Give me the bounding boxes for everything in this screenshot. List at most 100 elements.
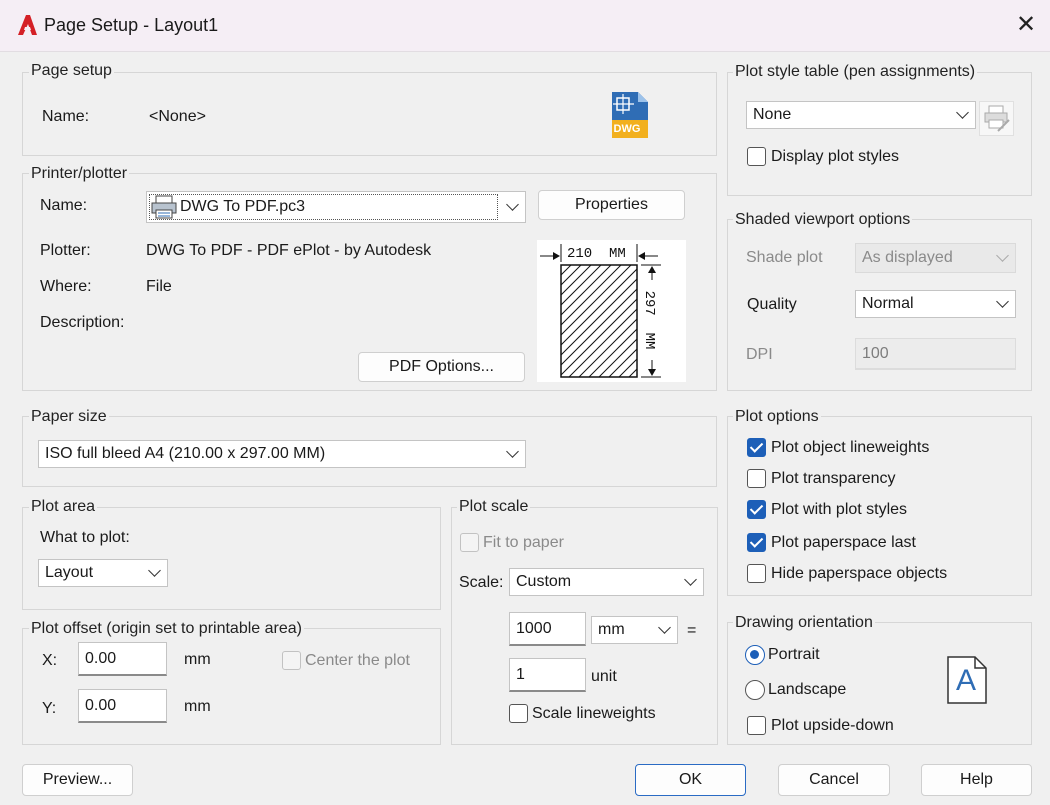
autocad-logo-icon (18, 15, 37, 35)
offset-y-unit: mm (184, 698, 211, 715)
plotter-value: DWG To PDF - PDF ePlot - by Autodesk (146, 242, 432, 259)
plot-style-table-legend: Plot style table (pen assignments) (733, 63, 978, 81)
plot-area-legend: Plot area (29, 498, 98, 516)
scale-lineweights-checkbox[interactable] (509, 704, 528, 723)
chevron-down-icon (506, 445, 519, 458)
scale-value2-input[interactable] (509, 658, 586, 692)
plot-with-plot-styles-label: Plot with plot styles (771, 501, 908, 518)
chevron-down-icon (996, 249, 1009, 262)
chevron-down-icon (148, 564, 161, 577)
plot-transparency-checkbox[interactable] (747, 469, 766, 488)
portrait-label: Portrait (768, 646, 820, 663)
printer-name-label: Name: (40, 197, 88, 214)
where-value: File (146, 278, 172, 295)
preview-width-label: 210 MM (567, 246, 626, 262)
description-label: Description: (40, 314, 125, 331)
chevron-down-icon (996, 295, 1009, 308)
plot-transparency-label: Plot transparency (771, 470, 896, 487)
display-plot-styles-label: Display plot styles (771, 148, 900, 165)
fit-to-paper-label: Fit to paper (483, 534, 564, 551)
paper-preview: 210 MM 297 MM (537, 240, 686, 382)
hide-paperspace-objects-checkbox[interactable] (747, 564, 766, 583)
plot-paperspace-last-checkbox[interactable] (747, 533, 766, 552)
offset-x-unit: mm (184, 651, 211, 668)
offset-y-label: Y: (42, 700, 57, 717)
offset-y-input[interactable] (78, 689, 167, 723)
fit-to-paper-checkbox[interactable] (460, 533, 479, 552)
scale-value1-input[interactable] (509, 612, 586, 646)
plot-with-plot-styles-checkbox[interactable] (747, 500, 766, 519)
scale-unit-value: mm (598, 621, 625, 638)
close-icon[interactable]: ✕ (1012, 12, 1040, 40)
landscape-radio[interactable] (745, 680, 765, 700)
orientation-icon-letter: A (955, 664, 976, 697)
preview-button[interactable]: Preview... (22, 764, 133, 796)
plot-upside-down-label: Plot upside-down (771, 717, 894, 734)
plot-offset-legend: Plot offset (origin set to printable are… (29, 620, 304, 638)
plot-object-lineweights-checkbox[interactable] (747, 438, 766, 457)
chevron-down-icon (506, 198, 519, 211)
page-setup-legend: Page setup (29, 62, 114, 80)
scale-lineweights-label: Scale lineweights (532, 705, 656, 722)
window-title: Page Setup - Layout1 (44, 15, 219, 35)
center-plot-checkbox[interactable] (282, 651, 301, 670)
plot-scale-legend: Plot scale (457, 498, 531, 516)
what-to-plot-label: What to plot: (40, 529, 130, 546)
offset-x-input[interactable] (78, 642, 167, 676)
plot-style-value: None (753, 106, 792, 123)
scale-equals: = (687, 622, 697, 639)
plot-options-legend: Plot options (733, 408, 821, 426)
scale-value: Custom (516, 573, 572, 590)
scale-select[interactable]: Custom (509, 568, 704, 596)
center-plot-label: Center the plot (305, 652, 410, 669)
hide-paperspace-objects-label: Hide paperspace objects (771, 565, 948, 582)
page-setup-name-label: Name: (42, 108, 90, 125)
dwg-file-icon: DWG (610, 92, 648, 138)
plotter-icon (151, 195, 177, 219)
help-button[interactable]: Help (921, 764, 1032, 796)
plotter-label: Plotter: (40, 242, 91, 259)
quality-label: Quality (747, 296, 797, 313)
cancel-button[interactable]: Cancel (778, 764, 890, 796)
chevron-down-icon (658, 621, 671, 634)
portrait-radio[interactable] (745, 645, 765, 665)
paper-size-select[interactable]: ISO full bleed A4 (210.00 x 297.00 MM) (38, 440, 526, 468)
shaded-viewport-legend: Shaded viewport options (733, 211, 913, 229)
scale-label: Scale: (459, 574, 504, 591)
offset-x-label: X: (42, 652, 58, 669)
scale-unit-select[interactable]: mm (591, 616, 678, 644)
printer-name-value: DWG To PDF.pc3 (180, 198, 306, 215)
dpi-input[interactable] (855, 338, 1016, 370)
properties-button[interactable]: Properties (538, 190, 685, 220)
landscape-label: Landscape (768, 681, 847, 698)
page-setup-name-value: <None> (149, 108, 206, 125)
printer-plotter-legend: Printer/plotter (29, 165, 130, 183)
shade-plot-select[interactable]: As displayed (855, 243, 1016, 273)
paper-size-legend: Paper size (29, 408, 109, 426)
chevron-down-icon (684, 573, 697, 586)
plot-object-lineweights-label: Plot object lineweights (771, 439, 930, 456)
plot-style-edit-icon (984, 105, 1010, 132)
dpi-label: DPI (746, 346, 773, 363)
drawing-orientation-legend: Drawing orientation (733, 614, 875, 632)
plot-style-edit-button[interactable] (979, 101, 1014, 136)
plot-upside-down-checkbox[interactable] (747, 716, 766, 735)
quality-select[interactable]: Normal (855, 290, 1016, 318)
printer-name-select[interactable]: DWG To PDF.pc3 (146, 191, 526, 223)
what-to-plot-select[interactable]: Layout (38, 559, 168, 587)
scale-unit2-label: unit (591, 668, 617, 685)
what-to-plot-value: Layout (45, 564, 94, 581)
where-label: Where: (40, 278, 92, 295)
display-plot-styles-checkbox[interactable] (747, 147, 766, 166)
preview-height-label: 297 MM (641, 280, 657, 360)
plot-paperspace-last-label: Plot paperspace last (771, 534, 916, 551)
quality-value: Normal (862, 295, 914, 312)
shade-plot-label: Shade plot (746, 249, 823, 266)
paper-size-value: ISO full bleed A4 (210.00 x 297.00 MM) (45, 445, 326, 462)
chevron-down-icon (956, 106, 969, 119)
shade-plot-value: As displayed (862, 249, 953, 266)
ok-button[interactable]: OK (635, 764, 746, 796)
dwg-badge-text: DWG (613, 123, 641, 135)
plot-style-select[interactable]: None (746, 101, 976, 129)
pdf-options-button[interactable]: PDF Options... (358, 352, 525, 382)
